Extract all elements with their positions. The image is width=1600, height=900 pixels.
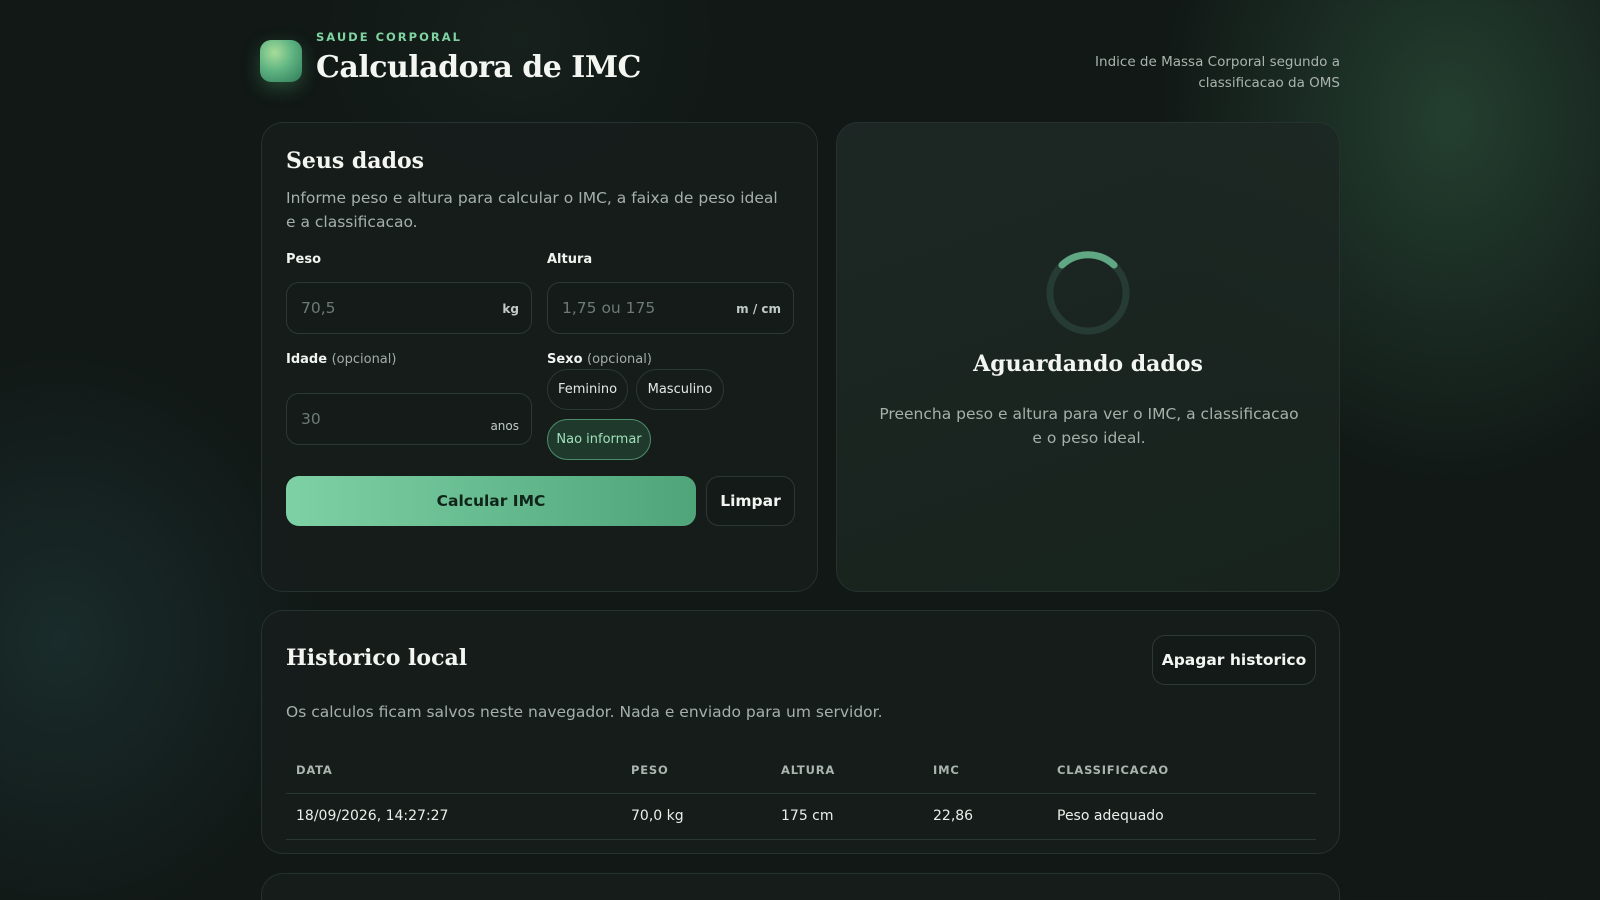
peso-field[interactable]: kg — [286, 282, 532, 334]
sexo-label: Sexo (opcional) — [547, 352, 652, 367]
history-card: Historico local Apagar historico Os calc… — [261, 610, 1340, 854]
sexo-option-masculino[interactable]: Masculino — [636, 369, 724, 410]
idade-unit: anos — [490, 419, 519, 433]
sexo-optional-text: (opcional) — [587, 352, 652, 367]
table-row: 18/09/2026, 14:27:27 70,0 kg 175 cm 22,8… — [286, 793, 1316, 840]
loading-spinner-icon — [1046, 251, 1130, 335]
history-table: DATA PESO ALTURA IMC CLASSIFICACAO 18/09… — [286, 748, 1316, 840]
idade-input[interactable] — [301, 394, 472, 444]
clear-history-button[interactable]: Apagar historico — [1152, 635, 1316, 685]
peso-input[interactable] — [301, 283, 472, 333]
column-header-altura: ALTURA — [771, 748, 923, 794]
cell-imc: 22,86 — [923, 793, 1047, 840]
form-card: Seus dados Informe peso e altura para ca… — [261, 122, 818, 592]
peso-label: Peso — [286, 252, 322, 267]
cell-altura: 175 cm — [771, 793, 923, 840]
app-logo — [260, 40, 302, 82]
cell-data: 18/09/2026, 14:27:27 — [286, 793, 621, 840]
history-description: Os calculos ficam salvos neste navegador… — [286, 703, 883, 721]
idade-label: Idade (opcional) — [286, 352, 396, 367]
altura-field[interactable]: m / cm — [547, 282, 794, 334]
app-header: SAUDE CORPORAL Calculadora de IMC Indice… — [260, 28, 1340, 98]
cell-classificacao: Peso adequado — [1047, 793, 1316, 840]
column-header-peso: PESO — [621, 748, 771, 794]
form-description: Informe peso e altura para calcular o IM… — [286, 189, 778, 231]
header-subtitle: Indice de Massa Corporal segundo a class… — [1095, 54, 1340, 91]
sexo-option-nao-informar[interactable]: Nao informar — [547, 419, 651, 460]
column-header-imc: IMC — [923, 748, 1047, 794]
header-eyebrow: SAUDE CORPORAL — [316, 30, 462, 44]
altura-unit: m / cm — [736, 302, 781, 316]
sexo-label-text: Sexo — [547, 352, 583, 367]
column-header-classificacao: CLASSIFICACAO — [1047, 748, 1316, 794]
calculate-button[interactable]: Calcular IMC — [286, 476, 696, 526]
peso-unit: kg — [502, 302, 519, 316]
result-title: Aguardando dados — [973, 351, 1203, 377]
page-title: Calculadora de IMC — [316, 50, 641, 85]
form-title: Seus dados — [286, 148, 425, 174]
idade-optional-text: (opcional) — [331, 352, 397, 367]
column-header-data: DATA — [286, 748, 621, 794]
table-header-row: DATA PESO ALTURA IMC CLASSIFICACAO — [286, 748, 1316, 794]
idade-label-text: Idade — [286, 352, 328, 367]
sexo-option-feminino[interactable]: Feminino — [547, 369, 628, 410]
altura-label: Altura — [547, 252, 593, 267]
altura-input[interactable] — [562, 283, 734, 333]
result-card: Aguardando dados Preencha peso e altura … — [836, 122, 1340, 592]
idade-field[interactable]: anos — [286, 393, 532, 445]
clear-button[interactable]: Limpar — [706, 476, 795, 526]
result-description: Preencha peso e altura para ver o IMC, a… — [879, 405, 1299, 447]
next-section-card — [261, 873, 1340, 900]
history-title: Historico local — [286, 645, 468, 671]
cell-peso: 70,0 kg — [621, 793, 771, 840]
